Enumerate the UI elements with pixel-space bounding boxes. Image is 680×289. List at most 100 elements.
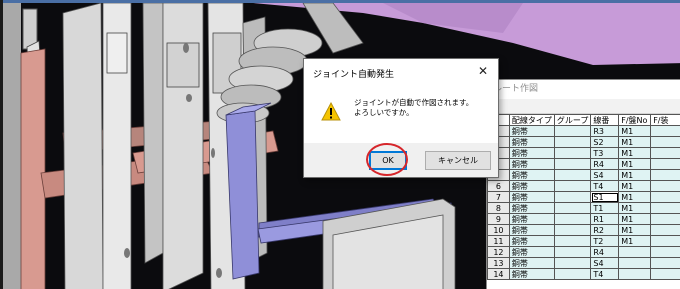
table-cell[interactable] (553, 246, 592, 258)
table-cell[interactable] (650, 180, 680, 192)
table-row[interactable]: 10 銅帯 R2 M1 (487, 224, 680, 236)
table-cell[interactable]: M1 (618, 224, 652, 236)
table-cell[interactable] (553, 235, 592, 247)
table-cell[interactable] (553, 169, 592, 181)
table-cell[interactable]: 銅帯 (508, 213, 555, 225)
row-number-cell[interactable]: 7 (487, 191, 510, 203)
table-cell[interactable]: M1 (618, 158, 652, 170)
table-row[interactable]: 9 銅帯 R1 M1 (487, 213, 680, 225)
table-cell[interactable]: T2 (590, 235, 620, 247)
table-cell[interactable]: T4 (590, 180, 620, 192)
ok-button[interactable]: OK (369, 151, 407, 170)
table-row[interactable]: 13 銅帯 S4 (487, 257, 680, 269)
table-cell[interactable]: R4 (590, 246, 620, 258)
table-cell[interactable] (650, 246, 680, 258)
table-row[interactable]: 銅帯 S4 M1 (487, 169, 680, 181)
table-cell[interactable] (553, 158, 592, 170)
table-cell[interactable] (650, 191, 680, 203)
table-cell[interactable]: M1 (618, 202, 652, 214)
table-row[interactable]: 銅帯 T3 M1 (487, 147, 680, 159)
table-cell[interactable] (650, 202, 680, 214)
table-cell[interactable]: M1 (618, 125, 652, 137)
row-number-cell[interactable]: 6 (487, 180, 510, 192)
table-row[interactable]: 銅帯 R3 M1 (487, 125, 680, 137)
row-number-cell[interactable]: 13 (487, 257, 510, 269)
table-cell[interactable]: T4 (590, 268, 620, 280)
table-cell[interactable] (650, 169, 680, 181)
table-cell[interactable] (650, 257, 680, 269)
row-number-cell[interactable]: 8 (487, 202, 510, 214)
table-cell[interactable] (553, 191, 592, 203)
table-cell[interactable]: 銅帯 (508, 180, 555, 192)
table-cell[interactable]: 銅帯 (508, 147, 555, 159)
table-cell[interactable] (650, 147, 680, 159)
table-cell[interactable] (650, 224, 680, 236)
table-cell[interactable] (650, 213, 680, 225)
row-number-cell[interactable]: 11 (487, 235, 510, 247)
table-cell[interactable]: M1 (618, 180, 652, 192)
row-number-cell[interactable]: 12 (487, 246, 510, 258)
table-cell[interactable]: R2 (590, 224, 620, 236)
table-cell[interactable]: S4 (590, 169, 620, 181)
table-cell[interactable] (553, 202, 592, 214)
table-cell[interactable] (650, 268, 680, 280)
row-number-cell[interactable]: 10 (487, 224, 510, 236)
table-cell[interactable]: S4 (590, 257, 620, 269)
table-cell[interactable] (553, 136, 592, 148)
cancel-button[interactable]: キャンセル (425, 151, 491, 170)
table-cell[interactable] (553, 125, 592, 137)
table-cell[interactable]: 銅帯 (508, 235, 555, 247)
table-cell[interactable]: 銅帯 (508, 191, 555, 203)
table-row[interactable]: 11 銅帯 T2 M1 (487, 235, 680, 247)
table-cell[interactable]: T1 (590, 202, 620, 214)
table-cell[interactable]: S2 (590, 136, 620, 148)
dialog-message-line1: ジョイントが自動で作図されます。 (354, 98, 474, 107)
table-row[interactable]: 8 銅帯 T1 M1 (487, 202, 680, 214)
table-row[interactable]: 7 銅帯 S1 M1 (487, 191, 680, 203)
table-cell[interactable]: R3 (590, 125, 620, 137)
table-cell[interactable]: 銅帯 (508, 268, 555, 280)
table-cell[interactable] (553, 147, 592, 159)
table-cell[interactable]: R4 (590, 158, 620, 170)
table-cell[interactable]: M1 (618, 169, 652, 181)
table-cell[interactable]: M1 (618, 235, 652, 247)
table-cell[interactable] (618, 257, 652, 269)
table-row[interactable]: 銅帯 R4 M1 (487, 158, 680, 170)
table-cell[interactable]: 銅帯 (508, 246, 555, 258)
table-cell[interactable]: R1 (590, 213, 620, 225)
table-cell[interactable]: 銅帯 (508, 158, 555, 170)
table-cell[interactable]: 銅帯 (508, 257, 555, 269)
table-row[interactable]: 14 銅帯 T4 (487, 268, 680, 280)
table-cell[interactable] (553, 268, 592, 280)
table-cell[interactable]: S1 (590, 191, 620, 203)
table-cell[interactable]: M1 (618, 147, 652, 159)
row-number-cell[interactable]: 9 (487, 213, 510, 225)
table-cell[interactable]: 銅帯 (508, 125, 555, 137)
table-cell[interactable] (650, 136, 680, 148)
table-cell[interactable]: 銅帯 (508, 224, 555, 236)
dialog-title: ジョイント自動発生 (313, 70, 395, 80)
table-cell[interactable] (553, 257, 592, 269)
table-cell[interactable] (553, 224, 592, 236)
wire-list-table: 配線タイプ グループ 線番 F/盤No F/装 銅帯 R3 M1 銅帯 S2 M1 銅帯 T3… (487, 114, 680, 280)
table-cell[interactable]: T3 (590, 147, 620, 159)
close-icon[interactable]: ✕ (476, 64, 490, 78)
table-cell[interactable] (553, 213, 592, 225)
table-row[interactable]: 6 銅帯 T4 M1 (487, 180, 680, 192)
warning-icon (321, 102, 341, 121)
table-cell[interactable]: M1 (618, 213, 652, 225)
table-cell[interactable]: M1 (618, 191, 652, 203)
table-cell[interactable] (618, 246, 652, 258)
table-cell[interactable] (553, 180, 592, 192)
table-row[interactable]: 12 銅帯 R4 (487, 246, 680, 258)
table-cell[interactable]: 銅帯 (508, 136, 555, 148)
table-row[interactable]: 銅帯 S2 M1 (487, 136, 680, 148)
table-cell[interactable]: M1 (618, 136, 652, 148)
table-cell[interactable] (618, 268, 652, 280)
table-cell[interactable] (650, 235, 680, 247)
table-cell[interactable]: 銅帯 (508, 169, 555, 181)
table-cell[interactable] (650, 158, 680, 170)
table-cell[interactable] (650, 125, 680, 137)
table-cell[interactable]: 銅帯 (508, 202, 555, 214)
row-number-cell[interactable]: 14 (487, 268, 510, 280)
